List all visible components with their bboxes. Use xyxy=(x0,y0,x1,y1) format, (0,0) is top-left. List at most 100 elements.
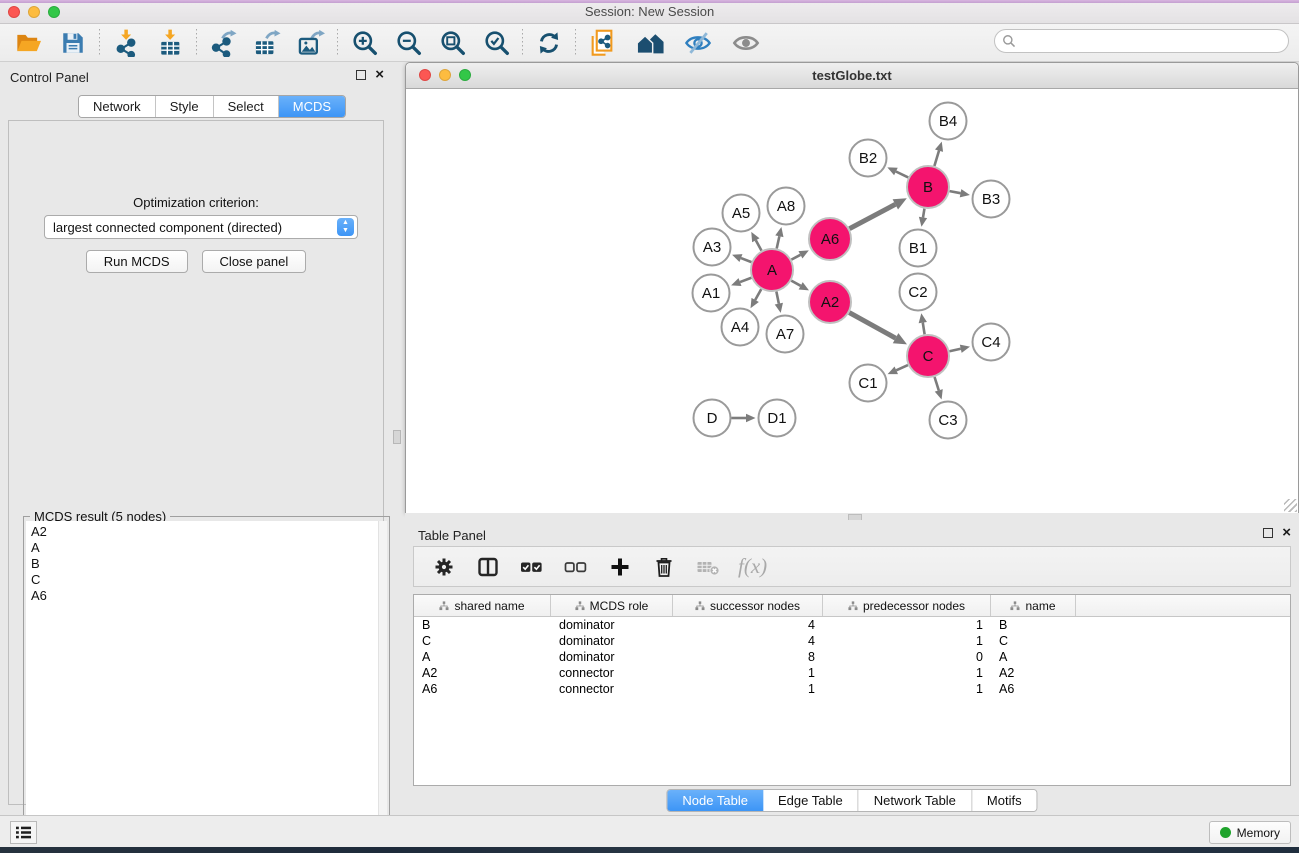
result-list-item[interactable]: A xyxy=(31,540,387,556)
graph-node-A6[interactable]: A6 xyxy=(809,218,851,260)
tab-mcds[interactable]: MCDS xyxy=(279,96,345,117)
close-panel-button[interactable]: Close panel xyxy=(202,250,307,273)
tab-edge-table[interactable]: Edge Table xyxy=(763,790,859,811)
graph-node-A8[interactable]: A8 xyxy=(768,188,805,225)
column-header-predecessor-nodes[interactable]: predecessor nodes xyxy=(823,595,991,616)
table-cell[interactable]: A2 xyxy=(414,665,551,681)
graph-node-A5[interactable]: A5 xyxy=(723,195,760,232)
result-list-item[interactable]: A2 xyxy=(31,524,387,540)
table-cell[interactable]: A xyxy=(414,649,551,665)
zoom-out-button[interactable] xyxy=(391,27,425,59)
zoom-fit-button[interactable] xyxy=(435,27,469,59)
window-resize-grip[interactable] xyxy=(1284,499,1297,512)
graph-node-B4[interactable]: B4 xyxy=(930,103,967,140)
table-cell[interactable]: dominator xyxy=(551,617,673,633)
graph-edge-A-A3[interactable] xyxy=(732,254,751,262)
result-list-item[interactable]: B xyxy=(31,556,387,572)
tab-motifs[interactable]: Motifs xyxy=(972,790,1037,811)
table-cell[interactable]: 8 xyxy=(673,649,823,665)
graph-node-A2[interactable]: A2 xyxy=(809,281,851,323)
graph-node-C4[interactable]: C4 xyxy=(973,324,1010,361)
float-panel-icon[interactable] xyxy=(1263,528,1273,538)
table-cell[interactable]: C xyxy=(991,633,1076,649)
graph-edge-D-D1[interactable] xyxy=(732,414,756,422)
mcds-result-list[interactable]: A2ABCA6 xyxy=(26,521,387,853)
table-cell[interactable]: 1 xyxy=(823,681,991,697)
result-list-scrollbar[interactable] xyxy=(378,521,387,853)
table-cell[interactable]: A xyxy=(991,649,1076,665)
graph-edge-C-C1[interactable] xyxy=(888,365,908,374)
column-header-successor-nodes[interactable]: successor nodes xyxy=(673,595,823,616)
table-row[interactable]: A2connector11A2 xyxy=(414,665,1290,681)
graph-node-D[interactable]: D xyxy=(694,400,731,437)
column-header-name[interactable]: name xyxy=(991,595,1076,616)
zoom-in-button[interactable] xyxy=(347,27,381,59)
close-panel-icon[interactable]: × xyxy=(1282,528,1291,538)
graph-node-C[interactable]: C xyxy=(907,335,949,377)
table-cell[interactable]: 4 xyxy=(673,617,823,633)
table-row[interactable]: Adominator80A xyxy=(414,649,1290,665)
graph-node-B3[interactable]: B3 xyxy=(973,181,1010,218)
table-cell[interactable]: C xyxy=(414,633,551,649)
hide-selected-button[interactable] xyxy=(681,27,715,59)
graph-edge-A-A7[interactable] xyxy=(775,292,783,313)
graph-edge-B-B2[interactable] xyxy=(887,167,908,177)
table-cell[interactable]: 1 xyxy=(673,681,823,697)
graph-edge-A-A6[interactable] xyxy=(791,250,808,259)
result-list-item[interactable]: A6 xyxy=(31,588,387,604)
run-mcds-button[interactable]: Run MCDS xyxy=(86,250,188,273)
deselect-all-columns-button[interactable] xyxy=(562,553,589,580)
graph-node-A3[interactable]: A3 xyxy=(694,229,731,266)
first-neighbors-button[interactable] xyxy=(633,27,667,59)
select-all-columns-button[interactable] xyxy=(518,553,545,580)
graph-edge-C-C4[interactable] xyxy=(949,345,970,353)
table-cell[interactable]: B xyxy=(414,617,551,633)
graph-edge-A-A4[interactable] xyxy=(751,289,762,308)
show-all-button[interactable] xyxy=(729,27,763,59)
export-image-button[interactable] xyxy=(294,27,328,59)
float-panel-icon[interactable] xyxy=(356,70,366,80)
search-field[interactable] xyxy=(994,29,1289,53)
task-history-button[interactable] xyxy=(10,821,37,844)
table-cell[interactable]: 4 xyxy=(673,633,823,649)
network-canvas[interactable]: B4B2BB3A8A5A6A3B1AA1C2A2A4A7C4CC1C3DD1 xyxy=(406,89,1298,513)
graph-edge-B-B1[interactable] xyxy=(919,209,927,227)
graph-node-C3[interactable]: C3 xyxy=(930,402,967,439)
tab-node-table[interactable]: Node Table xyxy=(667,790,763,811)
table-cell[interactable]: 1 xyxy=(823,665,991,681)
tab-select[interactable]: Select xyxy=(214,96,279,117)
graph-node-D1[interactable]: D1 xyxy=(759,400,796,437)
graph-edge-A6-B[interactable] xyxy=(849,198,906,228)
table-cell[interactable]: B xyxy=(991,617,1076,633)
panel-divider-vertical[interactable] xyxy=(392,62,405,815)
table-cell[interactable]: A6 xyxy=(414,681,551,697)
graph-node-B2[interactable]: B2 xyxy=(850,140,887,177)
table-cell[interactable]: connector xyxy=(551,681,673,697)
search-input[interactable] xyxy=(1016,34,1288,49)
column-header-MCDS-role[interactable]: MCDS role xyxy=(551,595,673,616)
zoom-selected-button[interactable] xyxy=(479,27,513,59)
graph-edge-A-A8[interactable] xyxy=(775,227,783,249)
export-table-button[interactable] xyxy=(250,27,284,59)
graph-edge-A-A5[interactable] xyxy=(751,232,761,251)
graph-node-B1[interactable]: B1 xyxy=(900,230,937,267)
graph-edge-C-C2[interactable] xyxy=(919,313,927,334)
table-cell[interactable]: 0 xyxy=(823,649,991,665)
graph-node-A1[interactable]: A1 xyxy=(693,275,730,312)
table-cell[interactable]: dominator xyxy=(551,633,673,649)
graph-edge-C-C3[interactable] xyxy=(935,377,943,399)
table-row[interactable]: Cdominator41C xyxy=(414,633,1290,649)
graph-node-A[interactable]: A xyxy=(751,249,793,291)
table-cell[interactable]: 1 xyxy=(823,633,991,649)
network-window-titlebar[interactable]: testGlobe.txt xyxy=(406,63,1298,89)
optimization-criterion-select[interactable]: largest connected component (directed) ▲… xyxy=(44,215,358,239)
graph-edge-A-A2[interactable] xyxy=(791,281,809,291)
add-column-button[interactable] xyxy=(606,553,633,580)
close-panel-icon[interactable]: × xyxy=(375,70,384,80)
column-header-shared-name[interactable]: shared name xyxy=(414,595,551,616)
toggle-panel-layout-button[interactable] xyxy=(474,553,501,580)
tab-style[interactable]: Style xyxy=(156,96,214,117)
open-session-button[interactable] xyxy=(12,27,46,59)
table-cell[interactable]: connector xyxy=(551,665,673,681)
table-row[interactable]: A6connector11A6 xyxy=(414,681,1290,697)
